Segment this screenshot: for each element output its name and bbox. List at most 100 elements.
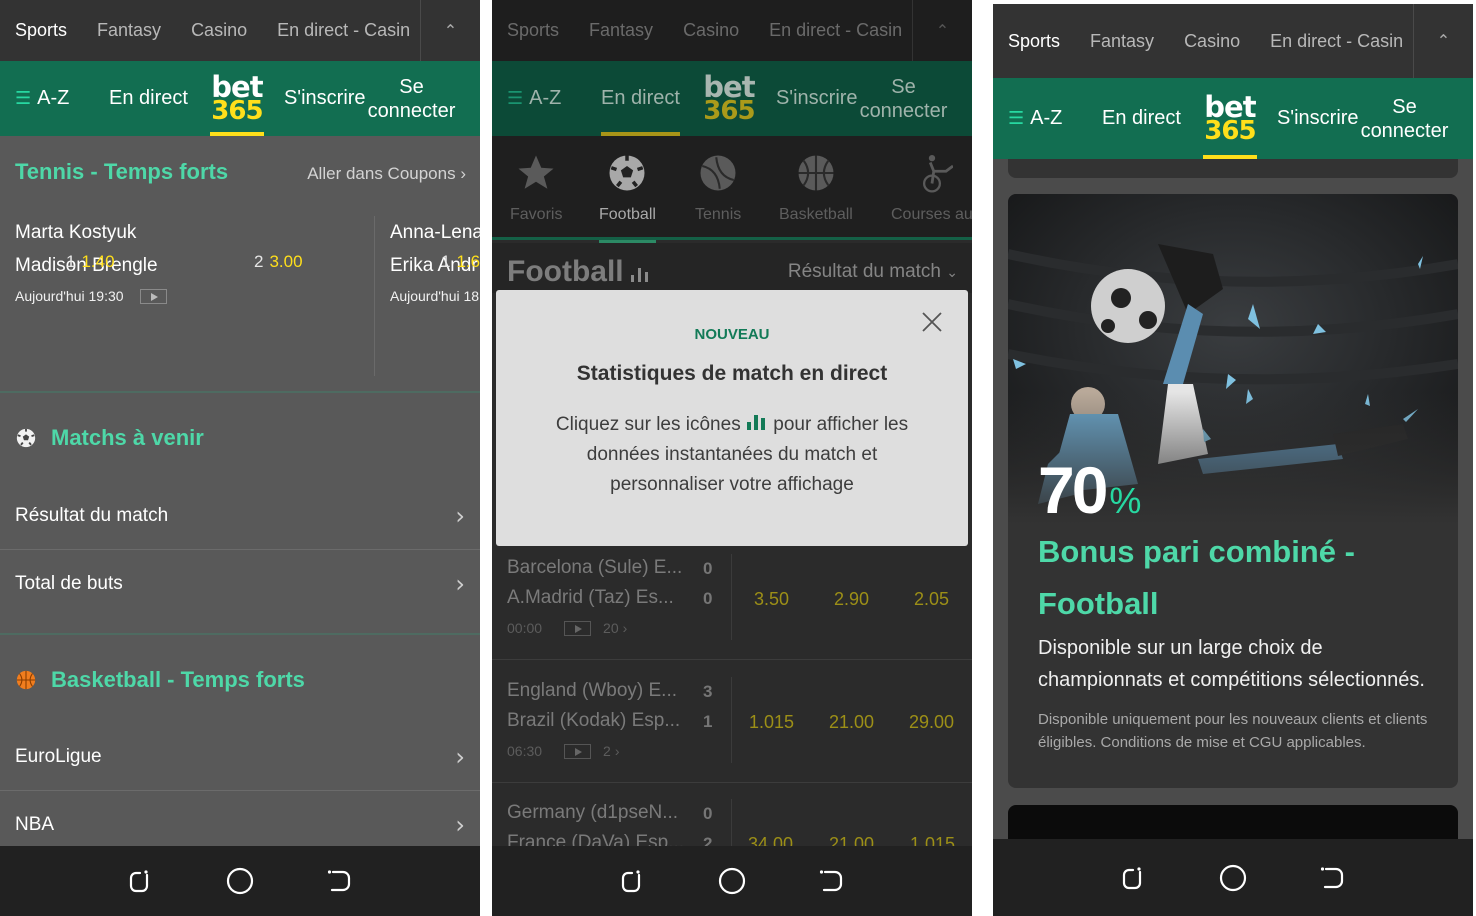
logo-bet: bet [211,69,263,104]
tab-favoris[interactable]: Favoris [510,136,562,240]
logo-bet: bet [1204,89,1256,124]
az-menu-button[interactable]: ☰ A-Z [507,87,587,110]
live-link[interactable]: En direct [1102,78,1181,159]
product-tab-live-casino[interactable]: En direct - Casin [754,20,917,41]
bet365-logo[interactable]: bet 365 [702,61,756,136]
login-line1: Se [399,75,424,98]
recent-apps-icon[interactable] [125,866,155,896]
football-upcoming: Matchs à venir Résultat du match › Total … [0,395,480,635]
screen-live-football: Sports Fantasy Casino En direct - Casin … [492,0,972,916]
section-title: Matchs à venir [51,425,204,450]
recent-apps-icon[interactable] [1118,863,1148,893]
coupons-label: Aller dans Coupons [307,164,456,183]
product-tab-fantasy[interactable]: Fantasy [1075,31,1169,52]
login-line2: connecter [1360,119,1449,142]
list-item[interactable]: Résultat du match › [0,482,480,550]
odds-button[interactable]: 3.50 [754,589,789,610]
signup-button[interactable]: S'inscrire [284,87,366,110]
live-link[interactable]: En direct [601,61,680,136]
product-tab-casino[interactable]: Casino [1169,31,1255,52]
odds-button[interactable]: 2.05 [914,589,949,610]
login-button[interactable]: Se connecter [368,75,456,123]
tab-label: Favoris [510,206,563,223]
team-name: England (Wboy) E... [507,680,678,701]
back-icon[interactable] [325,866,355,896]
tab-label: Tennis [695,206,742,223]
product-tab-live-casino[interactable]: En direct - Casin [262,20,425,41]
odds-button[interactable]: 1 1.40 [66,252,115,272]
signup-button[interactable]: S'inscrire [776,87,858,110]
markets-count[interactable]: 2 [603,743,611,759]
team-score: 0 [703,589,713,608]
team-name: A.Madrid (Taz) Es... [507,587,674,608]
chevron-down-icon: ⌄ [946,264,958,280]
markets-count[interactable]: 20 [603,620,619,636]
product-tab-sports[interactable]: Sports [993,31,1075,52]
home-icon[interactable] [1218,863,1248,893]
tab-label: Courses au [891,206,972,223]
coupons-link[interactable]: Aller dans Coupons › [307,164,466,184]
tab-basketball[interactable]: Basketball [779,136,853,240]
login-button[interactable]: Se connecter [860,75,948,123]
product-tab-casino[interactable]: Casino [668,20,754,41]
product-tab-fantasy[interactable]: Fantasy [574,20,668,41]
player-name: Anna-Lena [390,222,480,243]
odds-button[interactable]: 29.00 [909,712,954,733]
chevron-right-icon: › [622,620,628,636]
stats-icon[interactable] [630,265,652,283]
home-icon[interactable] [225,866,255,896]
chevron-up-icon[interactable]: ⌃ [420,0,480,61]
product-nav: Sports Fantasy Casino En direct - Casin … [0,0,480,61]
az-label: A-Z [37,87,70,109]
list-item[interactable]: Total de buts › [0,550,480,618]
odds-button[interactable]: 2.90 [834,589,869,610]
home-icon[interactable] [717,866,747,896]
live-link[interactable]: En direct [109,61,188,136]
site-header: ☰ A-Z En direct bet 365 S'inscrire Se conn… [0,61,480,136]
basketball-highlights: Basketball - Temps forts EuroLigue › NBA › [0,637,480,847]
match-row[interactable]: England (Wboy) E... 3 Brazil (Kodak) Esp… [492,661,972,783]
odds-button[interactable]: 1 1.6 [441,252,480,272]
system-nav-bar [492,846,972,916]
back-icon[interactable] [817,866,847,896]
chevron-right-icon: › [614,743,620,759]
product-tab-sports[interactable]: Sports [0,20,82,41]
tab-harness-racing[interactable]: Courses au [891,136,972,240]
tab-tennis[interactable]: Tennis [695,136,741,240]
list-item[interactable]: EuroLigue › [0,723,480,791]
market-select[interactable]: Résultat du match ⌄ [788,261,958,283]
product-tab-casino[interactable]: Casino [176,20,262,41]
card-divider [374,216,375,376]
odds-label: 1 [441,252,451,271]
basketball-icon [16,670,36,690]
signup-button[interactable]: S'inscrire [1277,107,1359,130]
match-row[interactable]: Barcelona (Sule) E... 0 A.Madrid (Taz) E… [492,538,972,660]
az-label: A-Z [1030,107,1063,129]
section-header: Basketball - Temps forts [15,667,305,693]
chevron-up-icon[interactable]: ⌃ [912,0,972,61]
chevron-up-icon[interactable]: ⌃ [1413,4,1473,78]
bet365-logo[interactable]: bet 365 [1202,78,1257,159]
odds-button[interactable]: 21.00 [829,712,874,733]
soccer-ball-icon [16,428,36,448]
promo-percent: 70% [1038,452,1141,528]
tab-football[interactable]: Football [599,136,656,243]
odds-button[interactable]: 2 3.00 [254,252,303,272]
chevron-right-icon: › [455,811,465,839]
page-header: Football Résultat du match ⌄ [492,243,972,293]
recent-apps-icon[interactable] [617,866,647,896]
product-tab-fantasy[interactable]: Fantasy [82,20,176,41]
promo-card[interactable]: 70% Bonus pari combiné - Football Dispon… [1008,194,1458,788]
back-icon[interactable] [1318,863,1348,893]
odds-button[interactable]: 1.015 [749,712,794,733]
product-tab-live-casino[interactable]: En direct - Casin [1255,31,1418,52]
logo-365: 365 [703,95,755,126]
screen-sports-home: Sports Fantasy Casino En direct - Casin … [0,0,480,916]
login-button[interactable]: Se connecter [1361,95,1449,143]
az-menu-button[interactable]: ☰ A-Z [15,87,95,110]
video-icon [139,288,167,304]
az-menu-button[interactable]: ☰ A-Z [1008,107,1088,130]
bet365-logo[interactable]: bet 365 [209,61,264,136]
popup-text: Cliquez sur les icônes pour afficher les… [536,410,928,500]
product-tab-sports[interactable]: Sports [492,20,574,41]
